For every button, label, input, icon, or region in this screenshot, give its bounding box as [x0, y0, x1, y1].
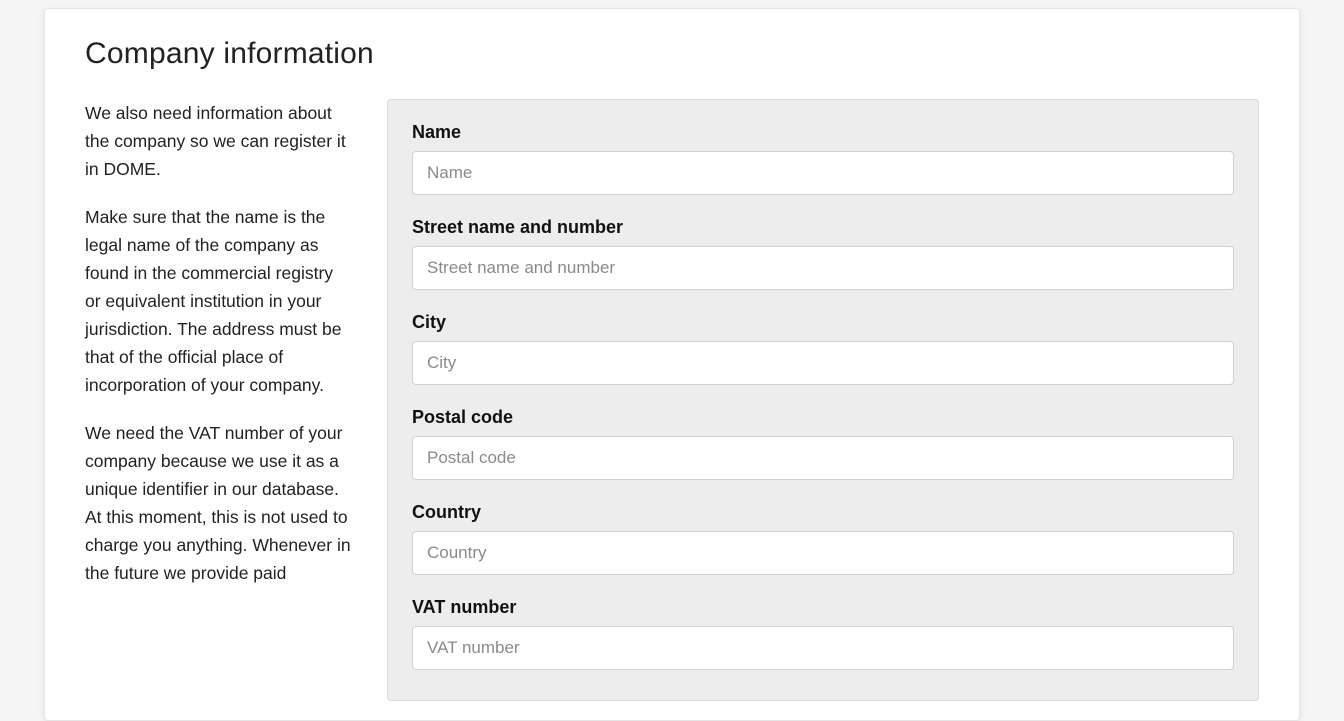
form-group-name: Name [412, 122, 1234, 195]
input-city[interactable] [412, 341, 1234, 385]
label-name: Name [412, 122, 1234, 143]
input-country[interactable] [412, 531, 1234, 575]
label-vat: VAT number [412, 597, 1234, 618]
input-name[interactable] [412, 151, 1234, 195]
company-form-panel: Name Street name and number City Postal … [387, 99, 1259, 701]
page-title: Company information [85, 37, 1259, 71]
sidebar-paragraph-1: We also need information about the compa… [85, 99, 351, 183]
form-group-city: City [412, 312, 1234, 385]
input-street[interactable] [412, 246, 1234, 290]
sidebar-paragraph-2: Make sure that the name is the legal nam… [85, 203, 351, 399]
form-group-postal: Postal code [412, 407, 1234, 480]
label-postal: Postal code [412, 407, 1234, 428]
form-group-vat: VAT number [412, 597, 1234, 670]
form-group-country: Country [412, 502, 1234, 575]
sidebar-paragraph-3: We need the VAT number of your company b… [85, 419, 351, 587]
form-group-street: Street name and number [412, 217, 1234, 290]
input-vat[interactable] [412, 626, 1234, 670]
label-city: City [412, 312, 1234, 333]
input-postal[interactable] [412, 436, 1234, 480]
description-sidebar: We also need information about the compa… [85, 99, 351, 701]
company-info-card: Company information We also need informa… [44, 8, 1300, 721]
content-row: We also need information about the compa… [85, 99, 1259, 701]
label-country: Country [412, 502, 1234, 523]
label-street: Street name and number [412, 217, 1234, 238]
